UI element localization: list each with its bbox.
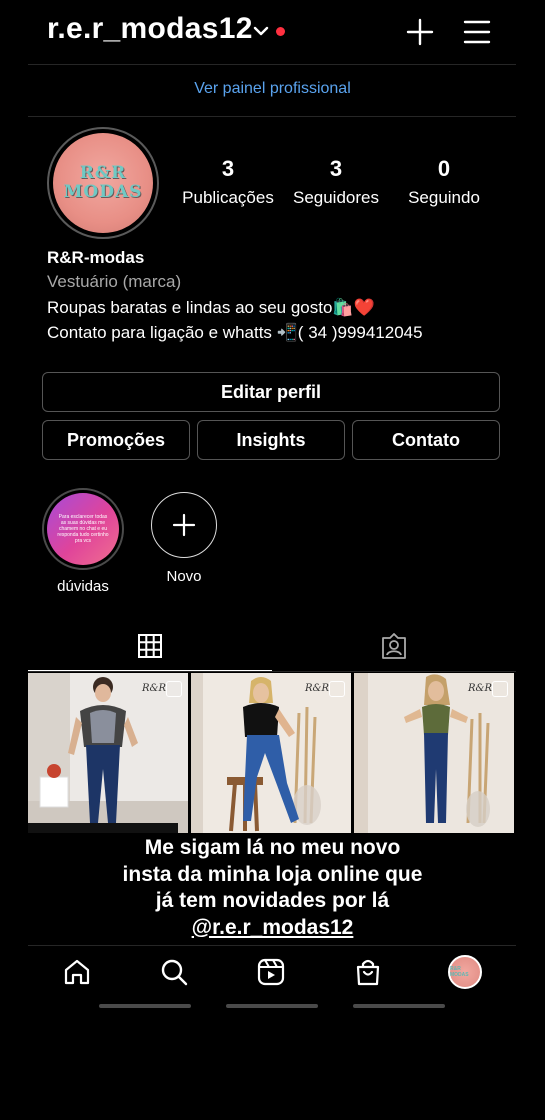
post-thumbnail[interactable]: R&R bbox=[354, 673, 514, 833]
profile-avatar[interactable]: R&R MODAS bbox=[47, 127, 159, 239]
tagged-icon bbox=[382, 633, 406, 659]
brand-logo: R&R MODAS bbox=[53, 133, 153, 233]
insights-button[interactable]: Insights bbox=[197, 420, 345, 460]
plus-icon bbox=[172, 513, 196, 537]
stat-followers[interactable]: 3 Seguidores bbox=[280, 156, 392, 208]
stat-following[interactable]: 0 Seguindo bbox=[392, 156, 496, 208]
grid-icon bbox=[138, 634, 162, 658]
nav-avatar-text: R&R MODAS bbox=[450, 966, 469, 978]
nav-profile[interactable]: R&R MODAS bbox=[447, 954, 483, 990]
stat-followers-count: 3 bbox=[329, 156, 343, 181]
chevron-down-icon[interactable] bbox=[253, 24, 269, 38]
new-highlight-label: Novo bbox=[166, 568, 202, 585]
new-highlight-ring bbox=[151, 492, 217, 558]
stat-followers-label: Seguidores bbox=[292, 188, 379, 207]
home-icon bbox=[64, 959, 90, 985]
professional-panel-link[interactable]: Ver painel profissional bbox=[0, 80, 545, 98]
logo-line-2: MODAS bbox=[63, 182, 143, 202]
profile-category: Vestuário (marca) bbox=[47, 272, 182, 291]
search-icon bbox=[161, 959, 188, 986]
highlight-cover-ring: Para esclarecer todas as suas dúvidas me… bbox=[42, 488, 124, 570]
reels-icon bbox=[257, 958, 285, 986]
stat-posts-label: Publicações bbox=[182, 188, 274, 207]
gesture-bar bbox=[99, 1004, 191, 1008]
promotions-button[interactable]: Promoções bbox=[42, 420, 190, 460]
post-image-2 bbox=[191, 673, 351, 833]
stat-following-count: 0 bbox=[437, 156, 451, 181]
contact-button[interactable]: Contato bbox=[352, 420, 500, 460]
overlay-caption: Me sigam lá no meu novo insta da minha l… bbox=[0, 835, 545, 941]
notification-dot bbox=[276, 27, 285, 36]
avatar: R&R MODAS bbox=[448, 955, 482, 989]
multi-post-icon bbox=[329, 681, 345, 697]
nav-search[interactable] bbox=[156, 954, 192, 990]
tab-tagged[interactable] bbox=[272, 620, 516, 672]
edit-profile-button[interactable]: Editar perfil bbox=[42, 372, 500, 412]
stat-following-label: Seguindo bbox=[408, 188, 480, 207]
plus-icon[interactable] bbox=[406, 18, 434, 46]
account-username[interactable]: r.e.r_modas12 bbox=[47, 12, 253, 46]
caption-line-3: já tem novidades por lá bbox=[155, 889, 390, 912]
shop-icon bbox=[356, 959, 380, 986]
bio-line-1: Roupas baratas e lindas ao seu gosto🛍️❤️ bbox=[47, 298, 375, 317]
highlight-label: dúvidas bbox=[57, 578, 109, 595]
multi-post-icon bbox=[166, 681, 182, 697]
caption-line-1: Me sigam lá no meu novo bbox=[144, 836, 401, 859]
caption-line-2: insta da minha loja online que bbox=[122, 862, 423, 886]
bio-line-2: Contato para ligação e whatts 📲( 34 )999… bbox=[47, 323, 423, 342]
profile-name: R&R-modas bbox=[47, 248, 145, 267]
divider bbox=[28, 671, 516, 672]
bottom-navigation: R&R MODAS bbox=[28, 945, 516, 997]
profile-tabs bbox=[28, 620, 516, 672]
post-watermark: R&R bbox=[142, 683, 166, 694]
post-image-1 bbox=[28, 673, 188, 833]
stat-posts[interactable]: 3 Publicações bbox=[168, 156, 288, 208]
nav-home[interactable] bbox=[59, 954, 95, 990]
posts-grid: R&R R&R R&R bbox=[28, 673, 516, 833]
multi-post-icon bbox=[492, 681, 508, 697]
post-thumbnail[interactable]: R&R bbox=[191, 673, 351, 833]
gesture-bar bbox=[226, 1004, 318, 1008]
tab-posts-grid[interactable] bbox=[28, 620, 272, 672]
highlight-cover-text: Para esclarecer todas as suas dúvidas me… bbox=[57, 514, 109, 544]
post-watermark: R&R bbox=[305, 683, 329, 694]
top-bar: r.e.r_modas12 bbox=[0, 0, 545, 64]
nav-reels[interactable] bbox=[253, 954, 289, 990]
gesture-bar bbox=[353, 1004, 445, 1008]
logo-line-1: R&R bbox=[79, 163, 127, 183]
highlight-cover: Para esclarecer todas as suas dúvidas me… bbox=[47, 493, 119, 565]
caption-handle[interactable]: @r.e.r_modas12 bbox=[0, 915, 545, 942]
hamburger-menu-icon[interactable] bbox=[463, 19, 491, 45]
post-image-3 bbox=[354, 673, 514, 833]
new-highlight-button[interactable]: Novo bbox=[146, 492, 222, 585]
highlight-duvidas[interactable]: Para esclarecer todas as suas dúvidas me… bbox=[42, 488, 124, 595]
stat-posts-count: 3 bbox=[221, 156, 235, 181]
divider bbox=[28, 64, 516, 65]
profile-bio: R&R-modas Vestuário (marca) Roupas barat… bbox=[47, 247, 517, 345]
post-thumbnail[interactable]: R&R bbox=[28, 673, 188, 833]
post-watermark: R&R bbox=[468, 683, 492, 694]
nav-shop[interactable] bbox=[350, 954, 386, 990]
divider bbox=[28, 116, 516, 117]
